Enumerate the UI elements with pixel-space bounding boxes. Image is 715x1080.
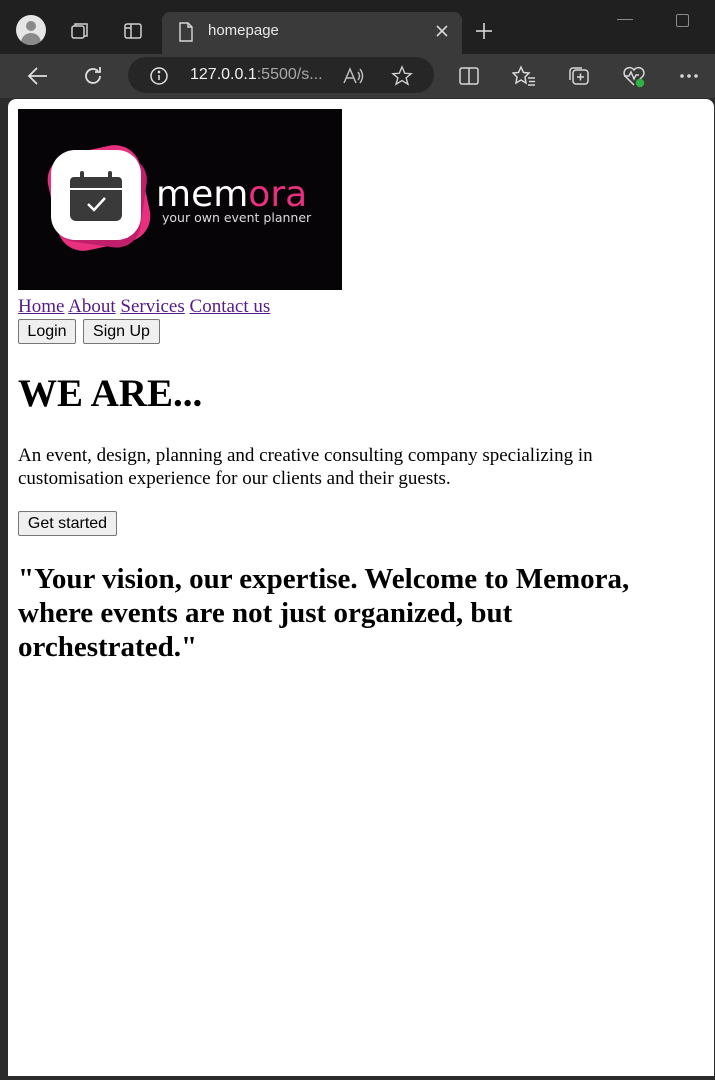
maximize-icon[interactable] — [676, 14, 689, 27]
page-viewport: memora your own event planner Home About… — [8, 99, 714, 1076]
svg-text:memora: memora — [156, 174, 307, 215]
tab-title: homepage — [208, 22, 279, 39]
active-tab[interactable]: homepage — [162, 12, 462, 54]
nav-services-link[interactable]: Services — [120, 296, 184, 317]
page-icon — [176, 21, 196, 43]
refresh-icon[interactable] — [80, 63, 106, 89]
get-started-button[interactable]: Get started — [18, 511, 117, 536]
hero-description: An event, design, planning and creative … — [18, 445, 593, 489]
back-icon[interactable] — [25, 63, 51, 89]
browser-tab-bar: homepage — [0, 0, 715, 54]
minimize-icon[interactable] — [617, 19, 633, 20]
read-aloud-icon[interactable] — [341, 64, 365, 88]
address-bar[interactable]: 127.0.0.1:5500/s... — [128, 57, 434, 93]
close-tab-icon[interactable] — [432, 21, 452, 41]
login-button[interactable]: Login — [18, 319, 76, 344]
favorites-icon[interactable] — [511, 63, 537, 89]
hero-heading: WE ARE... — [18, 372, 203, 415]
browser-essentials-icon[interactable] — [621, 63, 647, 89]
tagline-quote: "Your vision, our expertise. Welcome to … — [18, 563, 630, 663]
nav-contact-link[interactable]: Contact us — [190, 296, 271, 317]
vertical-tabs-icon[interactable] — [121, 19, 145, 43]
svg-text:your own event planner: your own event planner — [162, 210, 312, 225]
nav-about-link[interactable]: About — [68, 296, 116, 317]
main-nav: Home About Services Contact us — [18, 296, 270, 318]
split-screen-icon[interactable] — [456, 63, 482, 89]
favorite-star-icon[interactable] — [390, 64, 414, 88]
workspaces-icon[interactable] — [68, 19, 92, 43]
new-tab-icon[interactable] — [472, 19, 496, 43]
more-menu-icon[interactable] — [676, 63, 702, 89]
url-text: 127.0.0.1:5500/s... — [190, 66, 323, 83]
nav-home-link[interactable]: Home — [18, 296, 64, 317]
signup-button[interactable]: Sign Up — [83, 319, 160, 344]
browser-toolbar: 127.0.0.1:5500/s... — [0, 54, 715, 98]
memora-logo: memora your own event planner — [18, 109, 342, 290]
collections-icon[interactable] — [566, 63, 592, 89]
info-icon[interactable] — [148, 65, 170, 87]
profile-avatar[interactable] — [16, 15, 46, 45]
